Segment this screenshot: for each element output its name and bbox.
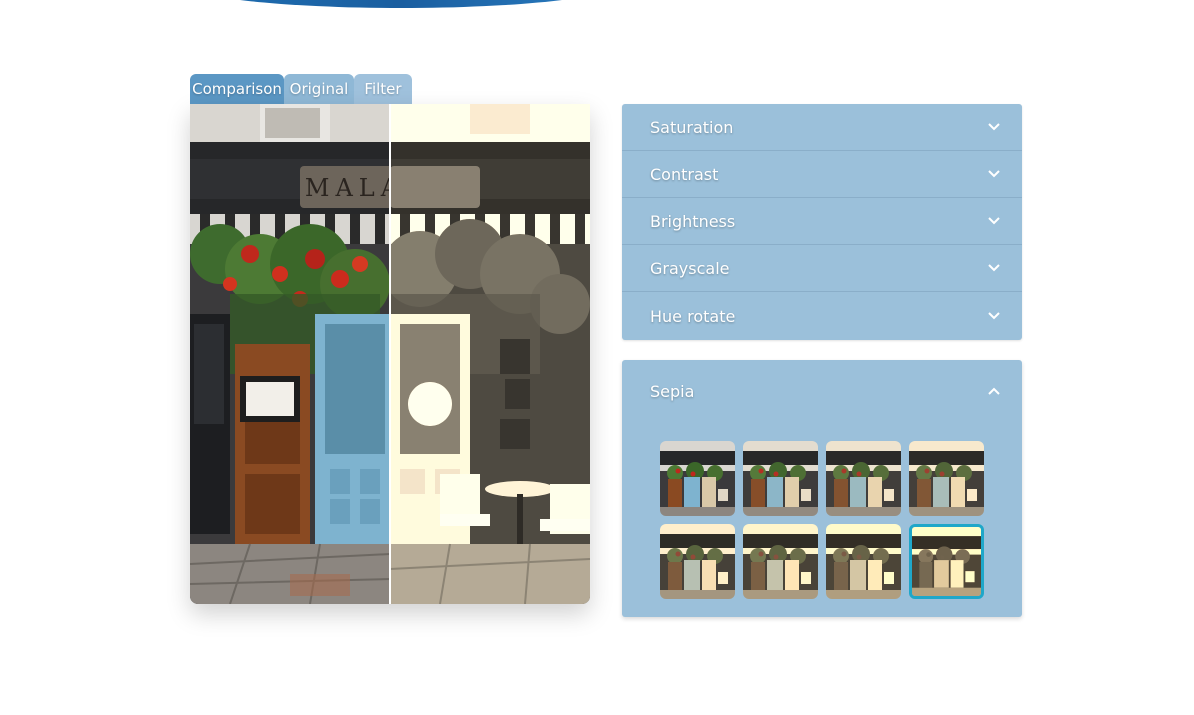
accordion-label: Contrast [650,164,719,184]
filter-accordion: Saturation Contrast Brightness Grayscale… [622,104,1022,340]
accordion-label: Brightness [650,211,736,231]
sepia-preset-thumbnail[interactable] [826,441,901,516]
sepia-preset-thumbnail[interactable] [660,524,735,599]
chevron-down-icon [986,260,1002,276]
accordion-sepia[interactable]: Sepia [622,360,1022,422]
chevron-up-icon [986,383,1002,399]
page: Comparison Original Filter Saturation Co… [0,0,1194,715]
sepia-preset-grid [660,441,984,599]
tab-comparison[interactable]: Comparison [190,74,284,104]
sepia-preset-thumbnail[interactable] [660,441,735,516]
header-wave-decoration [185,0,617,8]
chevron-down-icon [986,308,1002,324]
tab-filter[interactable]: Filter [354,74,412,104]
sepia-preset-thumbnail[interactable] [909,441,984,516]
filtered-image-half [190,104,590,604]
accordion-label: Grayscale [650,258,730,278]
tab-original[interactable]: Original [284,74,354,104]
accordion-contrast[interactable]: Contrast [622,151,1022,198]
comparison-slider-handle[interactable] [389,104,391,604]
accordion-hue-rotate[interactable]: Hue rotate [622,292,1022,340]
sepia-panel: Sepia [622,360,1022,617]
view-tabs: Comparison Original Filter [190,74,412,104]
chevron-down-icon [986,213,1002,229]
accordion-label: Sepia [650,381,695,401]
chevron-down-icon [986,166,1002,182]
original-image-half: MALABAR [190,104,590,604]
accordion-saturation[interactable]: Saturation [622,104,1022,151]
sepia-preset-thumbnail[interactable] [826,524,901,599]
sepia-preset-thumbnail[interactable] [743,524,818,599]
cafe-photo-filtered [190,104,590,604]
chevron-down-icon [986,119,1002,135]
sepia-preset-thumbnail[interactable] [743,441,818,516]
image-comparison-viewer[interactable]: MALABAR [190,104,590,604]
accordion-brightness[interactable]: Brightness [622,198,1022,245]
accordion-grayscale[interactable]: Grayscale [622,245,1022,292]
accordion-label: Hue rotate [650,306,736,326]
sepia-preset-thumbnail[interactable] [909,524,984,599]
accordion-label: Saturation [650,117,734,137]
